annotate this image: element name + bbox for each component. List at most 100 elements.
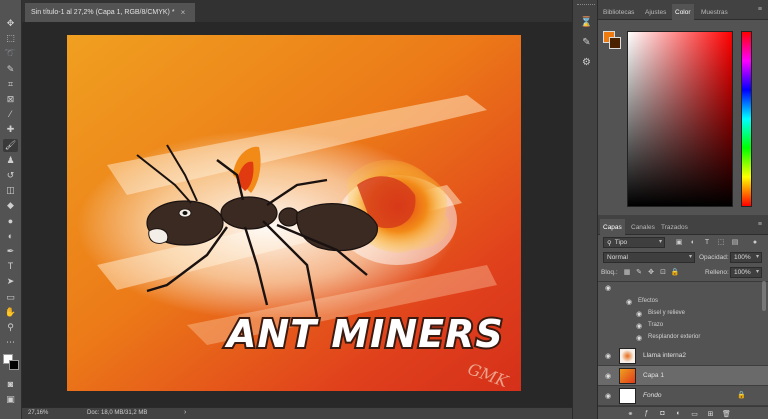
color-panel-menu-icon[interactable]: ≡ [758,6,762,13]
effects-eye-icon[interactable]: ◉ [625,298,633,306]
tab-capas[interactable]: Capas [600,219,625,235]
color-panel-background-swatch[interactable] [609,37,621,49]
filter-pixel-icon[interactable]: ▣ [675,238,683,246]
link-layers-icon[interactable]: ⚭ [626,409,635,418]
status-menu-arrow-icon[interactable]: › [184,409,186,416]
shape-tool-icon[interactable]: ▭ [3,291,18,304]
effect-item[interactable]: ◉ Bisel y relieve [598,308,753,320]
visibility-eye-icon[interactable]: ◉ [604,372,612,380]
healing-tool-icon[interactable]: ✚ [3,123,18,136]
effect-eye-icon[interactable]: ◉ [635,322,643,330]
zoom-tool-icon[interactable]: ⚲ [3,321,18,334]
layer-mask-icon[interactable]: ◘ [658,409,667,418]
effect-eye-icon[interactable]: ◉ [635,334,643,342]
brush-tool-icon[interactable]: 🖌 [3,138,18,152]
artwork-canvas[interactable]: ANT MINERS GMK [67,35,521,391]
layer-filter-kind-select[interactable]: ⚲ Tipo ▾ [603,237,665,248]
document-tab-title: Sin título-1 al 27,2% (Capa 1, RGB/8/CMY… [31,9,175,16]
paint-bucket-tool-icon[interactable]: ◆ [3,199,18,212]
hand-tool-icon[interactable]: ✋ [3,306,18,319]
frame-tool-icon[interactable]: ⊠ [3,93,18,106]
fill-value: 100% [734,269,751,276]
lock-transparency-icon[interactable]: ▦ [623,268,631,276]
layer-name: Capa 1 [643,372,664,379]
tab-bibliotecas[interactable]: Bibliotecas [600,5,637,20]
layers-panel-menu-icon[interactable]: ≡ [758,221,762,228]
stamp-tool-icon[interactable]: ♟ [3,154,18,167]
layer-thumbnail [619,348,636,364]
filter-shape-icon[interactable]: ⬚ [717,238,725,246]
tab-canales[interactable]: Canales [628,220,658,235]
lock-row: Bloq.: ▦ ✎ ✥ ⊡ 🔒 Relleno: 100% ▾ [601,267,765,280]
layer-list[interactable]: ◉ ◉ Efectos ◉ Bisel y relieve ◉ Trazo ◉ … [598,281,768,406]
layer-thumbnail [619,368,636,384]
screen-mode-icon[interactable]: ▣ [3,393,18,406]
tab-ajustes[interactable]: Ajustes [642,5,669,20]
document-tab[interactable]: Sin título-1 al 27,2% (Capa 1, RGB/8/CMY… [25,3,195,22]
filter-type-icon[interactable]: T [703,238,711,246]
filter-smart-object-icon[interactable]: ▤ [731,238,739,246]
visibility-eye-icon[interactable]: ◉ [604,284,612,292]
history-brush-tool-icon[interactable]: ↺ [3,169,18,182]
marquee-tool-icon[interactable]: ⬚ [3,32,18,45]
canvas-area[interactable]: ANT MINERS GMK [22,22,572,407]
layer-row-partial[interactable]: ◉ [598,282,753,294]
eyedropper-tool-icon[interactable]: ⁄ [3,108,18,121]
effect-item[interactable]: ◉ Resplandor exterior [598,332,753,344]
layers-scrollbar[interactable] [762,281,766,311]
zoom-level[interactable]: 27,16% [28,410,48,416]
opacity-field[interactable]: 100% ▾ [730,252,762,263]
tab-color[interactable]: Color [672,4,694,20]
move-tool-icon[interactable]: ✥ [3,17,18,30]
visibility-eye-icon[interactable]: ◉ [604,352,612,360]
filter-toggle-icon[interactable]: ● [751,238,759,246]
chevron-down-icon: ▾ [755,269,759,275]
lock-all-icon[interactable]: 🔒 [671,268,680,276]
background-color-swatch[interactable] [9,360,19,370]
layer-name: Llama interna2 [643,352,686,359]
layer-row-selected[interactable]: ◉ Capa 1 [598,366,768,386]
type-tool-icon[interactable]: T [3,260,18,273]
chevron-down-icon: ▾ [755,254,759,260]
opacity-label: Opacidad: [699,254,729,261]
eraser-tool-icon[interactable]: ◫ [3,184,18,197]
pen-tool-icon[interactable]: ✒ [3,245,18,258]
artwork-headline: ANT MINERS [224,312,504,356]
document-tab-bar: Sin título-1 al 27,2% (Capa 1, RGB/8/CMY… [22,0,572,22]
fill-field[interactable]: 100% ▾ [730,267,762,278]
visibility-eye-icon[interactable]: ◉ [604,392,612,400]
dodge-tool-icon[interactable]: ◐ [3,230,18,243]
crop-tool-icon[interactable]: ⌗ [3,78,18,91]
chevron-down-icon: ▾ [658,239,662,245]
quick-select-tool-icon[interactable]: ✎ [3,63,18,76]
brush-settings-icon[interactable]: ✎ [580,36,593,49]
delete-layer-icon[interactable]: 🗑 [722,409,731,418]
new-group-icon[interactable]: ▭ [690,409,699,418]
lock-position-icon[interactable]: ✥ [647,268,655,276]
blur-tool-icon[interactable]: ● [3,215,18,228]
adjustment-layer-icon[interactable]: ◐ [674,409,683,418]
lock-pixels-icon[interactable]: ✎ [635,268,643,276]
tab-trazados[interactable]: Trazados [658,220,691,235]
blend-mode-select[interactable]: Normal ▾ [603,252,695,263]
close-icon[interactable]: × [181,8,186,17]
color-picker-field[interactable] [627,31,733,207]
lasso-tool-icon[interactable]: ➰ [3,47,18,60]
hue-slider[interactable] [741,31,752,207]
tab-muestras[interactable]: Muestras [698,5,731,20]
fill-label: Relleno: [705,269,729,276]
new-layer-icon[interactable]: ⊞ [706,409,715,418]
lock-artboard-icon[interactable]: ⊡ [659,268,667,276]
properties-panel-icon[interactable]: ⚙ [580,56,593,69]
quick-mask-icon[interactable]: ◙ [3,378,18,391]
history-panel-icon[interactable]: ⌛ [580,16,593,29]
panel-grip[interactable] [577,4,595,6]
layer-row[interactable]: ◉ Fondo 🔒 [598,386,768,406]
more-tools-icon[interactable]: ⋯ [3,336,18,349]
effect-item[interactable]: ◉ Trazo [598,320,753,332]
path-select-tool-icon[interactable]: ➤ [3,275,18,288]
filter-adjustment-icon[interactable]: ◐ [689,238,697,246]
layer-style-icon[interactable]: ƒ [642,409,651,418]
layer-row[interactable]: ◉ Llama interna2 [598,346,768,366]
effect-eye-icon[interactable]: ◉ [635,310,643,318]
